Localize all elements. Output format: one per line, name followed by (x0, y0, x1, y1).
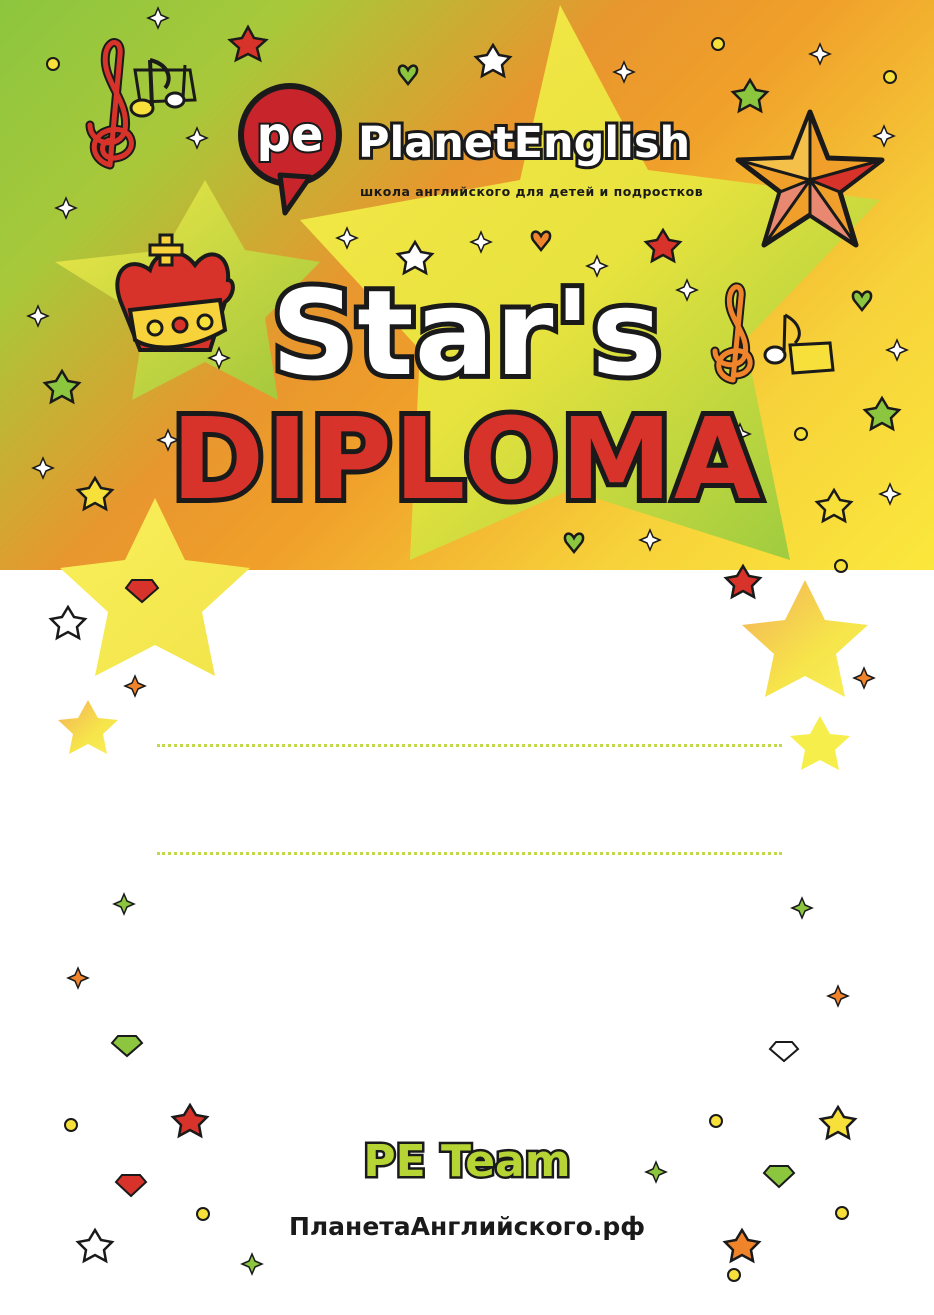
blank-line-name (157, 744, 782, 747)
logo-mark: pe (238, 83, 342, 216)
title-diploma: DIPLOMA (166, 393, 765, 527)
diploma-page: pe PlanetEnglish школа английского для д… (0, 0, 934, 1315)
logo-mark-text: pe (257, 107, 324, 163)
decor-star-small-left (58, 700, 118, 754)
signature-team: PE Team (361, 1134, 573, 1190)
title-stars: Star's (266, 263, 667, 403)
decor-star-right (742, 580, 868, 697)
treble-clef-icon (85, 38, 197, 170)
decor-star-small-right (790, 716, 850, 770)
website-text: ПланетаАнглийского.рф (288, 1212, 646, 1241)
diamond-icon (110, 579, 800, 1198)
big-star-icon (735, 109, 885, 248)
logo-tagline: школа английского для детей и подростков (360, 184, 704, 199)
blank-line-details (157, 852, 782, 855)
logo-brand-name: PlanetEnglish (355, 115, 693, 171)
